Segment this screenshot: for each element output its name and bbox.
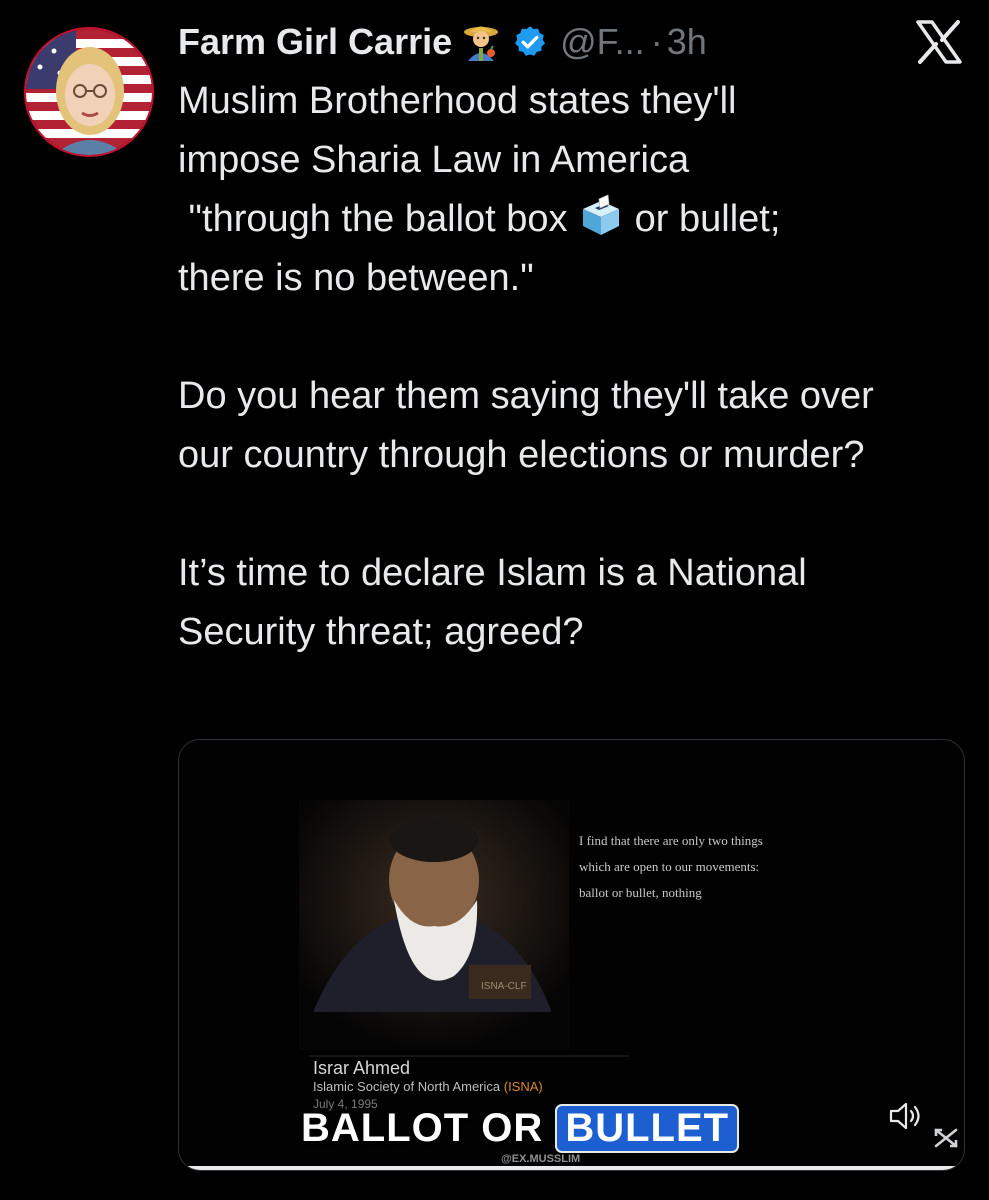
banner-text-right: BULLET <box>555 1103 740 1153</box>
volume-icon[interactable] <box>887 1100 927 1132</box>
tweet-line: "through the ballot box or bullet; <box>178 190 968 249</box>
header-separator: · <box>650 21 663 62</box>
video-caption: I find that there are only two things wh… <box>579 828 859 906</box>
video-player[interactable]: I find that there are only two things wh… <box>178 739 965 1171</box>
speaker-org-abbr: (ISNA) <box>503 1079 543 1094</box>
tweet-line-part: or bullet; <box>624 198 781 240</box>
video-progress-fill <box>179 1166 964 1170</box>
ballot-box-icon <box>578 193 624 239</box>
video-progress-bar[interactable] <box>179 1166 964 1170</box>
banner-text-left: BALLOT OR <box>301 1105 544 1150</box>
tweet-paragraph-3: It’s time to declare Islam is a National… <box>178 552 807 653</box>
speaker-name: Israr Ahmed <box>313 1058 411 1078</box>
video-banner: BALLOT OR BULLET <box>301 1102 740 1154</box>
avatar-image <box>26 29 152 155</box>
tweet-paragraph-1: Muslim Brotherhood states they'll impose… <box>178 72 968 308</box>
author-handle[interactable]: @F... <box>560 21 645 63</box>
tweet-line: impose Sharia Law in America <box>178 139 690 181</box>
speaker-org-name: Islamic Society of North America <box>313 1079 501 1094</box>
tweet-line: Muslim Brotherhood states they'll <box>178 80 737 122</box>
tweet-line: there is no between." <box>178 257 534 299</box>
x-logo-icon[interactable] <box>914 20 964 64</box>
tweet-paragraph-2: Do you hear them saying they'll take ove… <box>178 375 874 476</box>
video-watermark: @EX.MUSSLIM <box>501 1153 581 1165</box>
caption-line: ballot or bullet, nothing <box>579 885 702 900</box>
farmer-icon <box>462 23 500 61</box>
expand-icon[interactable] <box>928 1120 964 1156</box>
speaker-organization: Islamic Society of North America (ISNA) <box>313 1079 543 1094</box>
tweet-timestamp[interactable]: 3h <box>667 21 707 63</box>
caption-line: which are open to our movements: <box>579 859 760 874</box>
tweet-line-part: "through the ballot box <box>178 198 579 240</box>
author-display-name[interactable]: Farm Girl Carrie <box>178 21 452 63</box>
tweet-body: Muslim Brotherhood states they'll impose… <box>178 72 968 662</box>
author-avatar[interactable] <box>24 27 154 157</box>
tweet-header: Farm Girl Carrie @F... · 3h <box>178 14 707 70</box>
caption-line: I find that there are only two things <box>579 833 763 848</box>
verified-badge-icon <box>512 24 548 60</box>
podium-tag: ISNA-CLF <box>481 981 527 992</box>
